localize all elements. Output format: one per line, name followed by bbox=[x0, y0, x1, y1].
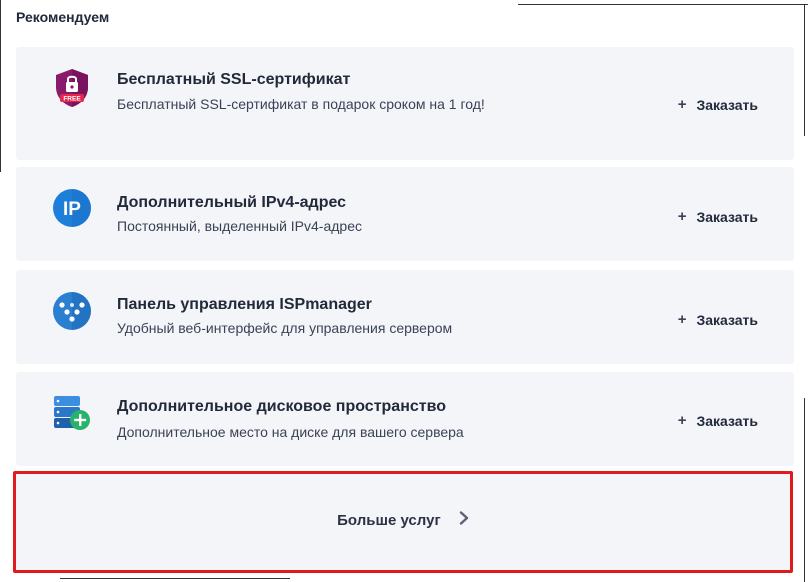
order-button-ssl[interactable]: + Заказать bbox=[678, 96, 758, 113]
service-title: Дополнительный IPv4-адрес bbox=[117, 194, 347, 211]
plus-icon: + bbox=[677, 412, 687, 429]
service-card-ispmanager: Панель управления ISPmanager Удобный веб… bbox=[16, 270, 794, 364]
service-title: Панель управления ISPmanager bbox=[117, 296, 372, 313]
order-button-label: Заказать bbox=[696, 311, 758, 328]
chevron-right-icon bbox=[459, 511, 469, 529]
service-title: Бесплатный SSL-сертификат bbox=[117, 71, 351, 88]
service-card-disk: Дополнительное дисковое пространство Доп… bbox=[16, 372, 794, 466]
plus-icon: + bbox=[677, 208, 687, 225]
frame-line-bottom bbox=[60, 578, 290, 579]
service-card-ssl: FREE Бесплатный SSL-сертификат Бесплатны… bbox=[16, 47, 794, 160]
service-description: Дополнительное место на диске для вашего… bbox=[117, 424, 464, 440]
section-title: Рекомендуем bbox=[16, 9, 110, 25]
ssl-badge-text: FREE bbox=[63, 95, 81, 102]
frame-line-left bbox=[0, 0, 1, 172]
ip-icon-text: IP bbox=[63, 199, 81, 220]
frame-line-top bbox=[518, 4, 808, 5]
service-card-ipv4: IP Дополнительный IPv4-адрес Постоянный,… bbox=[16, 167, 794, 261]
ssl-free-shield-icon: FREE bbox=[52, 67, 92, 107]
order-button-ipv4[interactable]: + Заказать bbox=[678, 208, 758, 225]
disk-add-icon bbox=[52, 392, 92, 432]
more-services-button[interactable]: Больше услуг bbox=[13, 471, 793, 573]
service-description: Постоянный, выделенный IPv4-адрес bbox=[117, 218, 362, 234]
order-button-label: Заказать bbox=[696, 208, 758, 225]
order-button-label: Заказать bbox=[696, 96, 758, 113]
recommended-services-page: Рекомендуем FREE Бесплатный SSL-сертифик… bbox=[0, 0, 808, 582]
service-description: Удобный веб-интерфейс для управления сер… bbox=[117, 320, 453, 336]
service-description: Бесплатный SSL-сертификат в подарок срок… bbox=[117, 96, 485, 112]
frame-line-right-upper bbox=[804, 4, 805, 136]
plus-icon: + bbox=[677, 96, 687, 113]
order-button-disk[interactable]: + Заказать bbox=[678, 412, 758, 429]
order-button-label: Заказать bbox=[696, 412, 758, 429]
plus-icon: + bbox=[677, 311, 687, 328]
ispmanager-logo-icon bbox=[52, 291, 92, 331]
ip-address-icon: IP bbox=[52, 188, 92, 228]
order-button-ispmanager[interactable]: + Заказать bbox=[678, 311, 758, 328]
more-services-content: Больше услуг bbox=[16, 511, 790, 530]
service-title: Дополнительное дисковое пространство bbox=[117, 398, 446, 415]
more-services-label: Больше услуг bbox=[337, 512, 441, 529]
frame-line-right-lower bbox=[804, 398, 805, 582]
